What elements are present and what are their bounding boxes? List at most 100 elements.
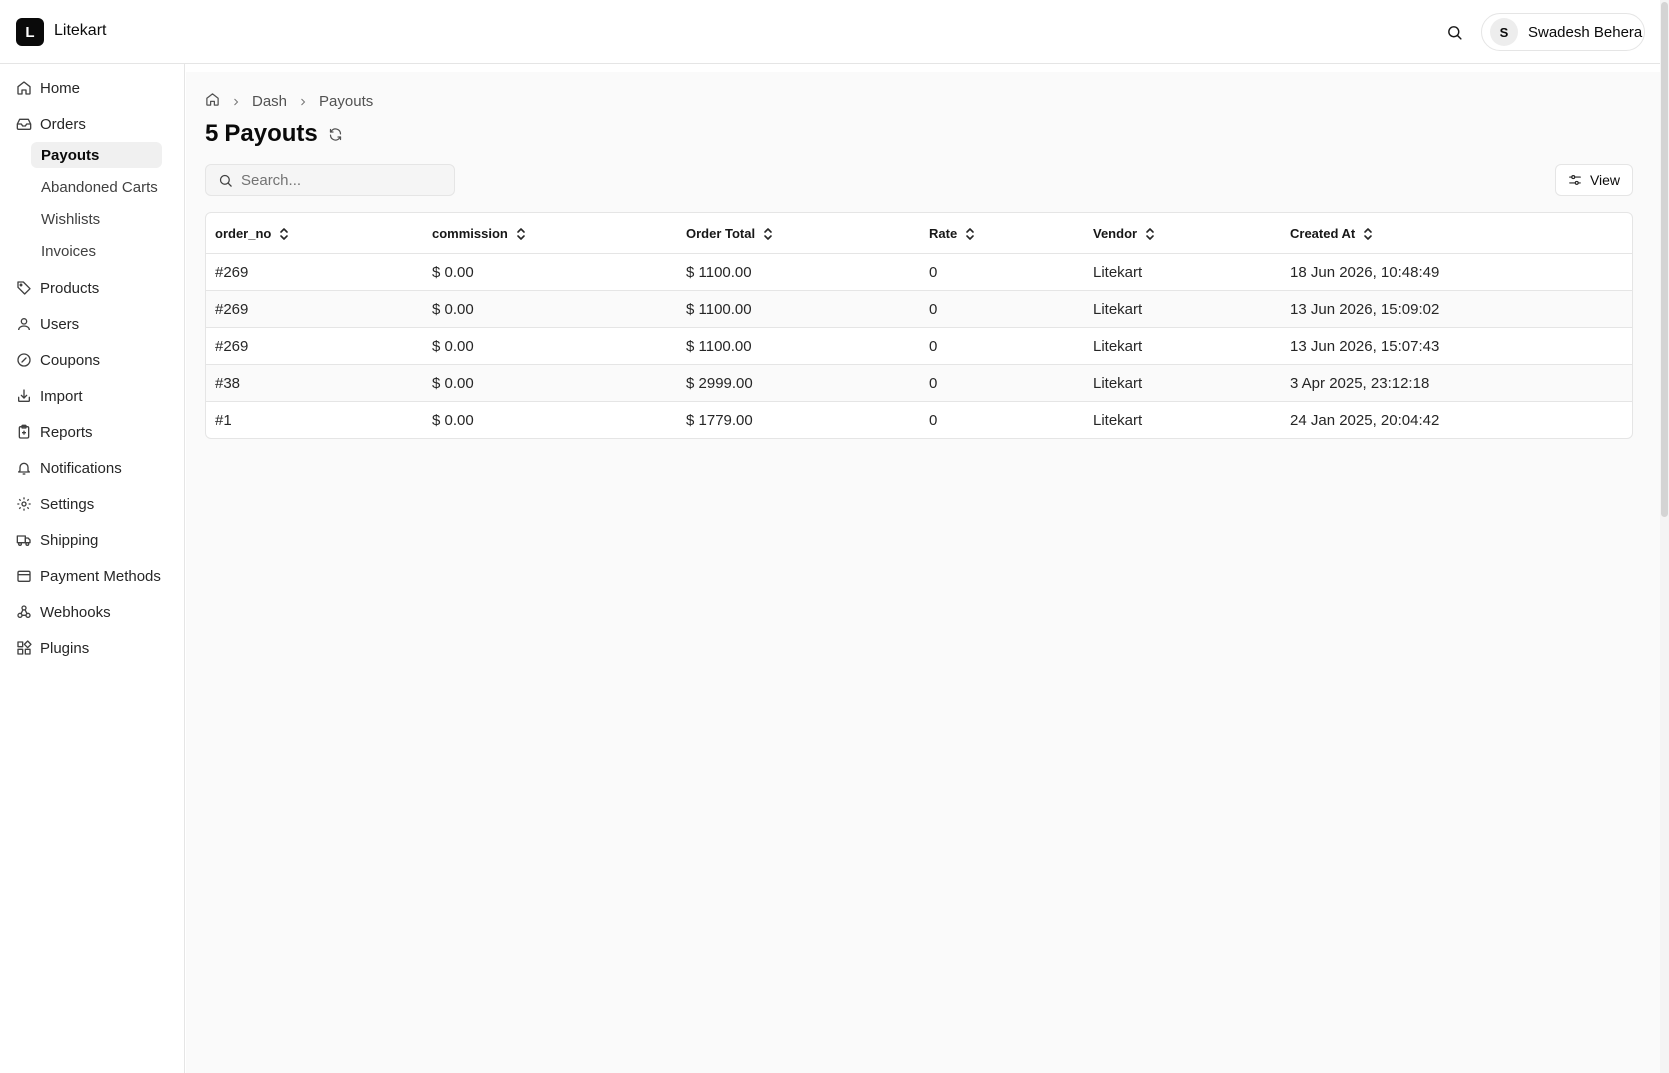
sidebar-item-plugins[interactable]: Plugins [16, 636, 89, 660]
column-header-vendor[interactable]: Vendor [1093, 213, 1155, 254]
cell-vendor: Litekart [1093, 338, 1143, 355]
page-title: 5 Payouts [205, 120, 343, 148]
sidebar-item-label: Webhooks [40, 603, 111, 621]
sort-icon [763, 227, 773, 241]
cell-vendor: Litekart [1093, 264, 1143, 281]
avatar: S [1490, 18, 1518, 46]
sidebar: Home Orders Payouts Abandoned Carts Wish… [0, 64, 185, 1073]
sidebar-item-home[interactable]: Home [16, 76, 80, 100]
user-name: Swadesh Behera [1528, 23, 1643, 41]
column-header-label: order_no [215, 226, 272, 241]
user-menu-button[interactable]: S Swadesh Behera [1481, 13, 1645, 51]
column-header-commission[interactable]: commission [432, 213, 526, 254]
table-row[interactable]: #1 $ 0.00 $ 1779.00 0 Litekart 24 Jan 20… [206, 402, 1632, 438]
sidebar-item-label: Plugins [40, 639, 90, 657]
column-header-label: Rate [929, 226, 958, 241]
sort-icon [965, 227, 975, 241]
logo[interactable]: L [16, 18, 44, 46]
blocks-icon [17, 640, 32, 655]
user-icon [18, 318, 30, 331]
table-row[interactable]: #269 $ 0.00 $ 1100.00 0 Litekart 13 Jun … [206, 328, 1632, 365]
sidebar-item-products[interactable]: Products [16, 276, 99, 300]
cell-order-total: $ 2999.00 [686, 375, 753, 392]
gear-icon [17, 497, 31, 511]
column-header-label: commission [432, 226, 508, 241]
truck-icon [16, 535, 31, 546]
cell-created-at: 13 Jun 2026, 15:07:43 [1290, 338, 1440, 355]
wallet-icon [17, 570, 31, 582]
sidebar-item-users[interactable]: Users [16, 312, 79, 336]
sidebar-subitem-payouts[interactable]: Payouts [31, 142, 162, 168]
column-header-order-no[interactable]: order_no [215, 213, 289, 254]
breadcrumb-home-icon[interactable] [205, 92, 220, 111]
column-header-rate[interactable]: Rate [929, 213, 975, 254]
clipboard-icon [18, 424, 30, 439]
cell-created-at: 18 Jun 2026, 10:48:49 [1290, 264, 1440, 281]
sidebar-item-notifications[interactable]: Notifications [16, 456, 122, 480]
sidebar-item-orders[interactable]: Orders [16, 112, 86, 136]
sidebar-item-label: Import [40, 387, 83, 405]
sidebar-item-label: Coupons [40, 351, 101, 369]
cell-order-total: $ 1779.00 [686, 412, 753, 429]
chevron-right-icon [297, 96, 309, 108]
column-header-created-at[interactable]: Created At [1290, 213, 1373, 254]
cell-order-total: $ 1100.00 [686, 301, 752, 318]
sidebar-subitem-abandoned-carts[interactable]: Abandoned Carts [31, 174, 162, 200]
table-row[interactable]: #269 $ 0.00 $ 1100.00 0 Litekart 18 Jun … [206, 254, 1632, 291]
breadcrumb: Dash Payouts [205, 92, 373, 111]
sidebar-item-label: Payment Methods [40, 567, 161, 585]
sidebar-item-shipping[interactable]: Shipping [16, 528, 98, 552]
column-header-label: Order Total [686, 226, 756, 241]
breadcrumb-dash[interactable]: Dash [252, 93, 287, 110]
sidebar-item-webhooks[interactable]: Webhooks [16, 600, 111, 624]
cell-rate: 0 [929, 338, 938, 355]
import-icon [18, 389, 30, 402]
sidebar-item-label: Reports [40, 423, 93, 441]
table-row[interactable]: #269 $ 0.00 $ 1100.00 0 Litekart 13 Jun … [206, 291, 1632, 328]
column-header-label: Created At [1290, 226, 1356, 241]
cell-order-no: #269 [215, 338, 249, 355]
cell-vendor: Litekart [1093, 301, 1143, 318]
sidebar-item-import[interactable]: Import [16, 384, 83, 408]
sidebar-item-label: Products [40, 279, 100, 297]
cell-created-at: 24 Jan 2025, 20:04:42 [1290, 412, 1440, 429]
breadcrumb-payouts: Payouts [319, 93, 374, 110]
sidebar-subitem-wishlists[interactable]: Wishlists [31, 206, 162, 232]
sidebar-item-settings[interactable]: Settings [16, 492, 94, 516]
sidebar-item-label: Home [40, 79, 81, 97]
cell-vendor: Litekart [1093, 375, 1143, 392]
sliders-icon [1569, 175, 1581, 185]
brand-name[interactable]: Litekart [54, 22, 106, 40]
sidebar-subitem-invoices[interactable]: Invoices [31, 238, 162, 264]
top-bar: L Litekart S Swadesh Behera [0, 0, 1660, 64]
search-field[interactable] [205, 164, 455, 196]
payouts-table: order_no commission Order Total Rate Ven… [205, 212, 1633, 439]
webhook-icon [17, 605, 31, 618]
column-header-order-total[interactable]: Order Total [686, 213, 773, 254]
page-title-text: Payouts [224, 120, 318, 147]
sidebar-item-label: Notifications [40, 459, 122, 477]
table-header: order_no commission Order Total Rate Ven… [206, 213, 1632, 254]
table-row[interactable]: #38 $ 0.00 $ 2999.00 0 Litekart 3 Apr 20… [206, 365, 1632, 402]
sidebar-item-coupons[interactable]: Coupons [16, 348, 100, 372]
cell-rate: 0 [929, 412, 938, 429]
badge-percent-icon [17, 353, 31, 367]
search-icon[interactable] [1442, 20, 1466, 44]
sort-icon [279, 227, 289, 241]
sidebar-item-payment-methods[interactable]: Payment Methods [16, 564, 161, 588]
bell-icon [18, 462, 30, 475]
tag-icon [17, 281, 31, 295]
search-input[interactable] [241, 171, 441, 189]
view-options-button[interactable]: View [1555, 164, 1633, 196]
cell-rate: 0 [929, 264, 938, 281]
sidebar-item-label: Settings [40, 495, 95, 513]
cell-order-total: $ 1100.00 [686, 338, 752, 355]
cell-created-at: 13 Jun 2026, 15:09:02 [1290, 301, 1440, 318]
sidebar-item-label: Shipping [40, 531, 99, 549]
refresh-icon[interactable] [328, 127, 343, 142]
cell-commission: $ 0.00 [432, 264, 474, 281]
cell-order-no: #38 [215, 375, 241, 392]
cell-order-no: #269 [215, 264, 249, 281]
sidebar-item-reports[interactable]: Reports [16, 420, 93, 444]
scrollbar-thumb[interactable] [1661, 2, 1668, 517]
